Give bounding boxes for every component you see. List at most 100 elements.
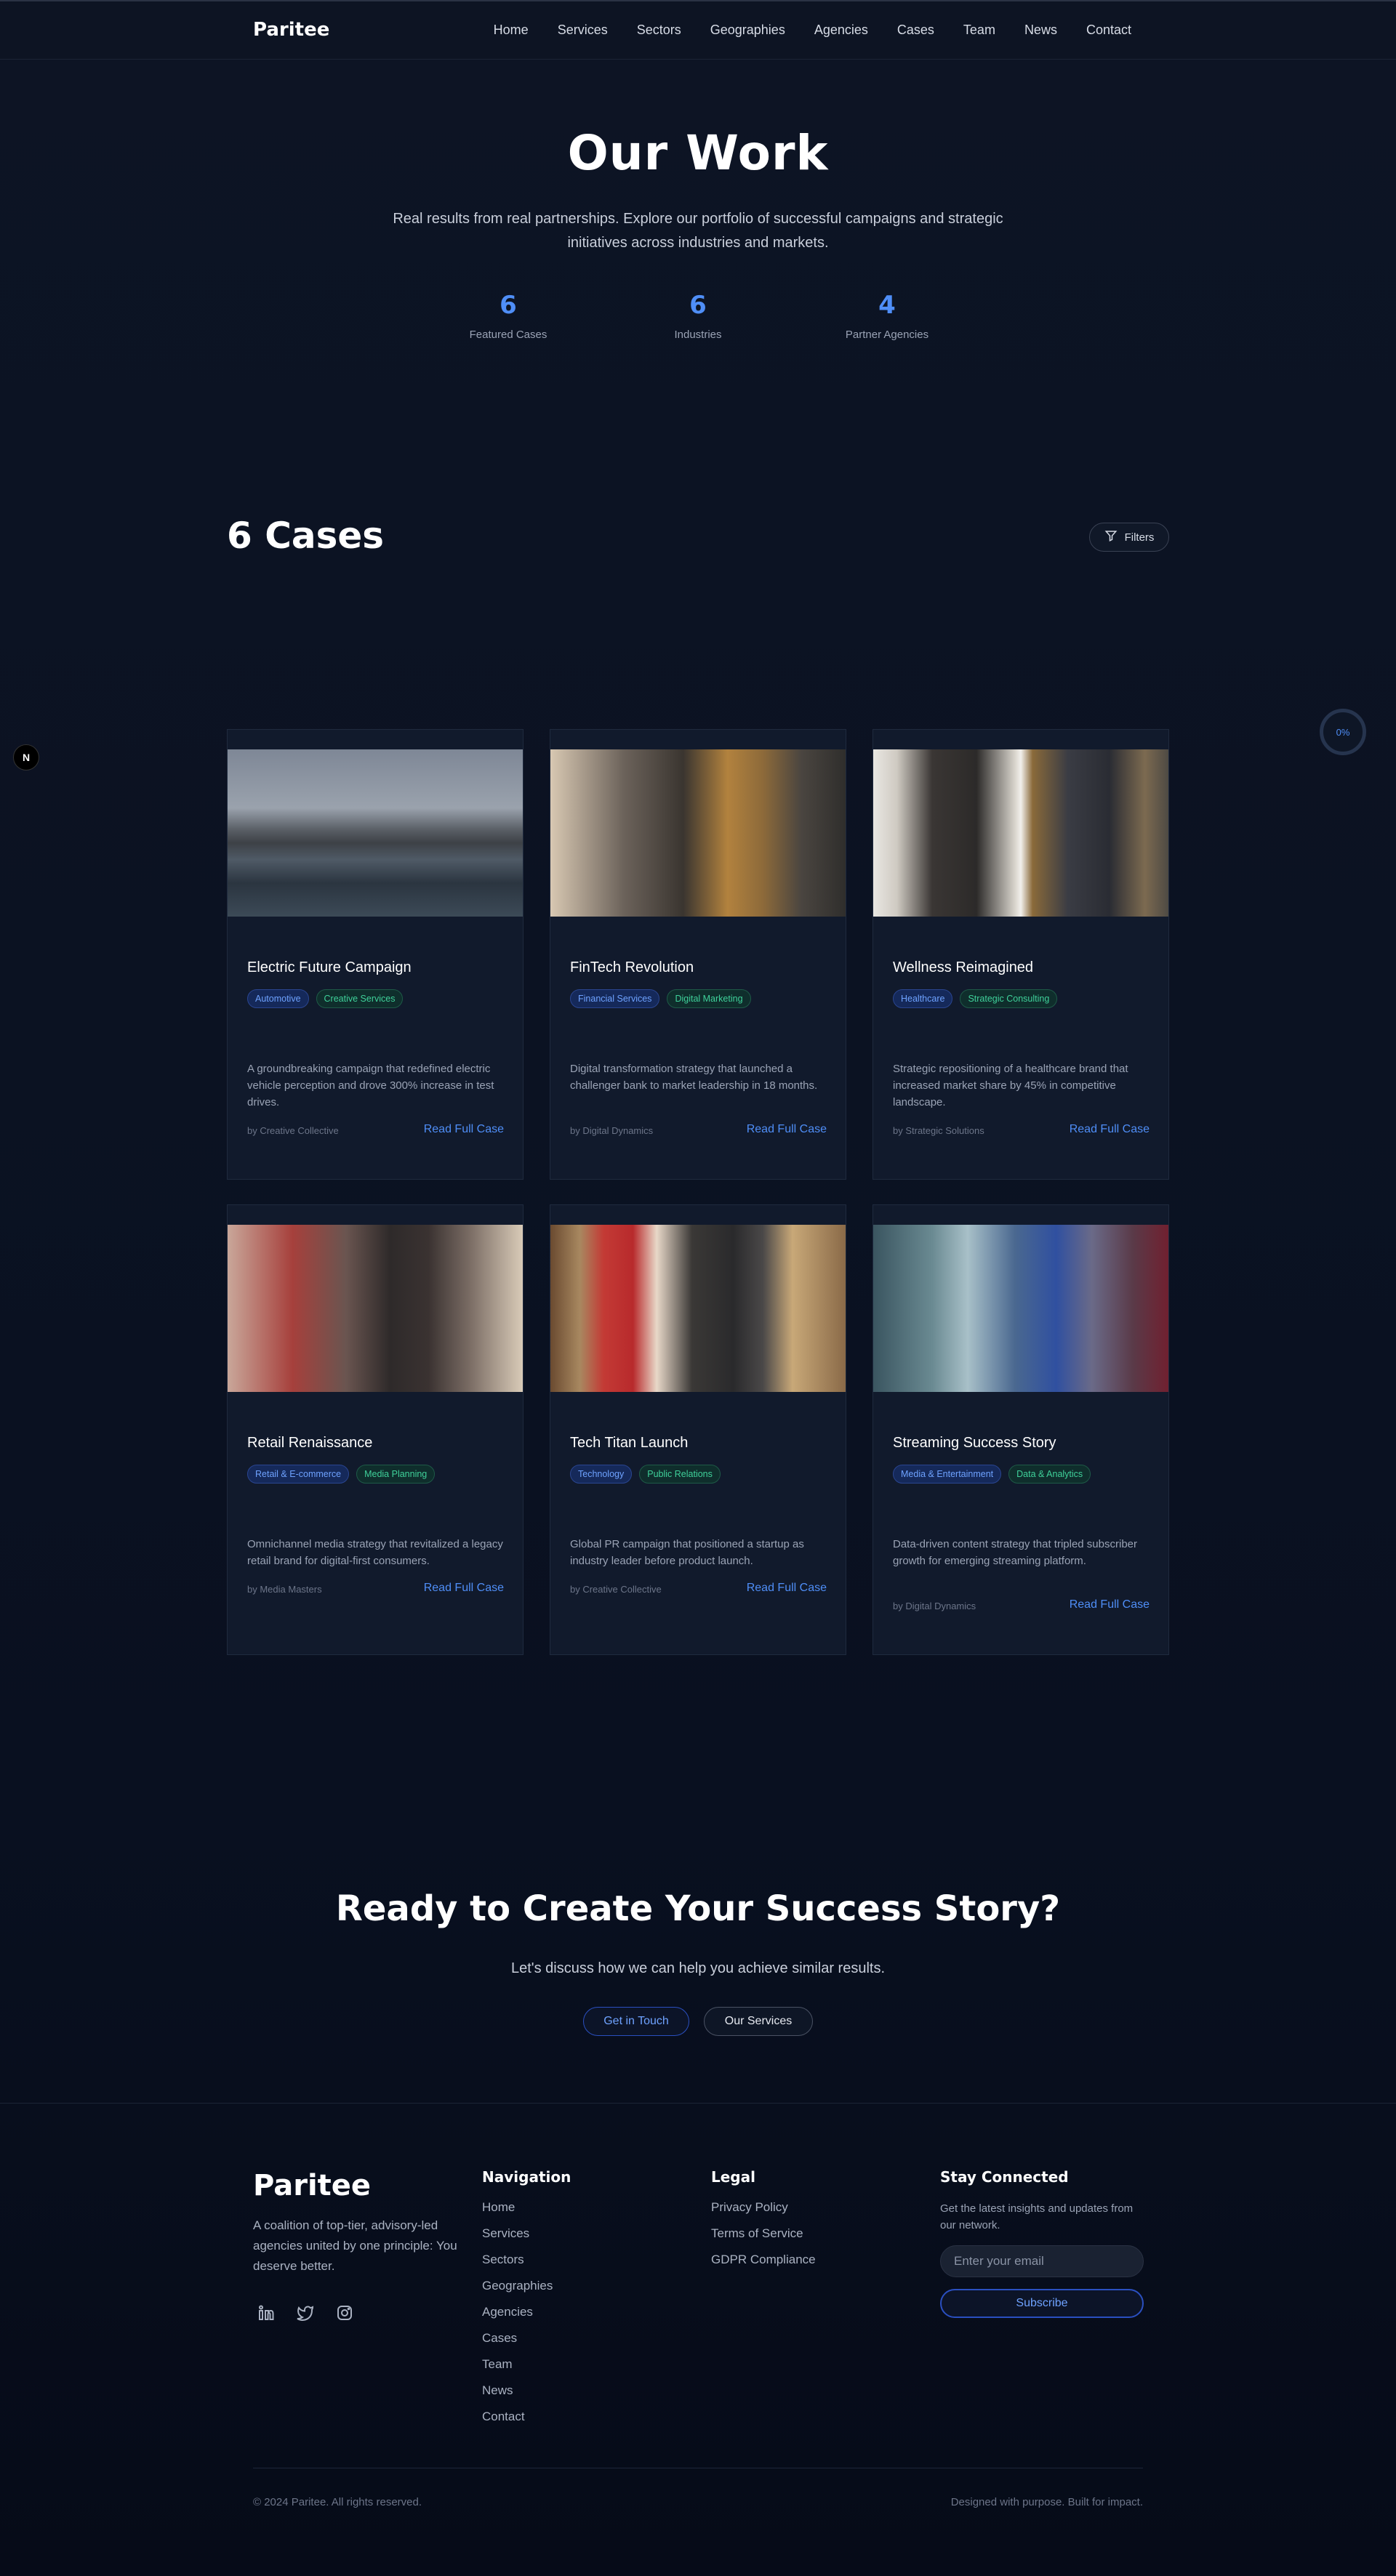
nav-link-news[interactable]: News	[1024, 23, 1057, 38]
case-description: Global PR campaign that positioned a sta…	[570, 1538, 804, 1567]
case-tag: Digital Marketing	[667, 989, 751, 1008]
case-card[interactable]: Streaming Success Story Media & Entertai…	[872, 1204, 1169, 1655]
case-tag: Public Relations	[639, 1465, 721, 1484]
case-description: A groundbreaking campaign that redefined…	[247, 1063, 494, 1108]
case-title: Electric Future Campaign	[247, 959, 412, 975]
read-full-case-link[interactable]: Read Full Case	[747, 1582, 827, 1595]
footer-newsletter: Stay Connected Get the latest insights a…	[940, 2168, 1151, 2318]
cta-title: Ready to Create Your Success Story?	[335, 1888, 1061, 1929]
copyright-text: © 2024 Paritee. All rights reserved.	[253, 2496, 422, 2508]
nav-link-home[interactable]: Home	[494, 23, 529, 38]
case-tags: Healthcare Strategic Consulting	[893, 989, 1058, 1008]
case-title: Tech Titan Launch	[570, 1435, 689, 1451]
instagram-icon[interactable]	[336, 2304, 353, 2322]
dev-tools-badge[interactable]: N	[13, 744, 39, 770]
case-agency: by Media Masters	[247, 1584, 322, 1595]
case-image-portraits	[873, 749, 1168, 917]
footer-link-contact[interactable]: Contact	[482, 2410, 571, 2436]
case-tags: Media & Entertainment Data & Analytics	[893, 1465, 1091, 1484]
case-image-portraits	[550, 1225, 846, 1392]
case-tag: Strategic Consulting	[960, 989, 1058, 1008]
linkedin-icon[interactable]	[257, 2304, 275, 2322]
case-agency: by Digital Dynamics	[893, 1601, 976, 1611]
page-title: Our Work	[567, 125, 829, 181]
footer-legal-heading: Legal	[711, 2168, 755, 2186]
nav-link-team[interactable]: Team	[963, 23, 995, 38]
case-tag: Creative Services	[316, 989, 404, 1008]
case-tag: Automotive	[247, 989, 309, 1008]
case-description: Omnichannel media strategy that revitali…	[247, 1538, 503, 1567]
case-agency: by Creative Collective	[570, 1584, 662, 1595]
stat-value: 4	[878, 291, 896, 320]
footer-nav-heading: Navigation	[482, 2168, 571, 2186]
read-full-case-link[interactable]: Read Full Case	[747, 1123, 827, 1136]
case-tags: Technology Public Relations	[570, 1465, 721, 1484]
case-tag: Retail & E-commerce	[247, 1465, 350, 1484]
nav-link-contact[interactable]: Contact	[1086, 23, 1131, 38]
case-image-blurred	[228, 1225, 523, 1392]
footer-link-agencies[interactable]: Agencies	[482, 2305, 571, 2331]
case-image-blurred	[550, 749, 846, 917]
twitter-icon[interactable]	[297, 2304, 314, 2322]
case-image-blurred	[873, 1225, 1168, 1392]
stat-partner-agencies: 4 Partner Agencies	[800, 291, 974, 341]
main-nav: Home Services Sectors Geographies Agenci…	[465, 23, 1131, 38]
case-tag: Technology	[570, 1465, 633, 1484]
subscribe-button[interactable]: Subscribe	[940, 2289, 1144, 2318]
footer-link-home[interactable]: Home	[482, 2200, 571, 2226]
read-full-case-link[interactable]: Read Full Case	[424, 1123, 504, 1136]
case-card[interactable]: Electric Future Campaign Automotive Crea…	[227, 729, 524, 1180]
case-card[interactable]: Wellness Reimagined Healthcare Strategic…	[872, 729, 1169, 1180]
case-agency: by Digital Dynamics	[570, 1125, 654, 1136]
read-full-case-link[interactable]: Read Full Case	[1070, 1123, 1150, 1136]
stat-value: 6	[500, 291, 517, 320]
footer-link-gdpr[interactable]: GDPR Compliance	[711, 2253, 816, 2279]
case-tag: Healthcare	[893, 989, 953, 1008]
case-agency: by Creative Collective	[247, 1125, 339, 1136]
nav-link-agencies[interactable]: Agencies	[814, 23, 868, 38]
nav-link-geographies[interactable]: Geographies	[710, 23, 785, 38]
footer-divider	[0, 2103, 1396, 2104]
stat-featured-cases: 6 Featured Cases	[421, 291, 595, 341]
site-logo[interactable]: Paritee	[253, 19, 329, 41]
our-services-button[interactable]: Our Services	[704, 2007, 813, 2036]
scroll-progress-indicator: 0%	[1320, 709, 1366, 755]
case-card[interactable]: Retail Renaissance Retail & E-commerce M…	[227, 1204, 524, 1655]
page-subtitle: Real results from real partnerships. Exp…	[393, 211, 1003, 251]
case-tags: Retail & E-commerce Media Planning	[247, 1465, 436, 1484]
case-tag: Financial Services	[570, 989, 660, 1008]
read-full-case-link[interactable]: Read Full Case	[1070, 1598, 1150, 1611]
footer-link-sectors[interactable]: Sectors	[482, 2253, 571, 2279]
nav-link-services[interactable]: Services	[558, 23, 608, 38]
nav-link-cases[interactable]: Cases	[897, 23, 934, 38]
designed-by-text: Designed with purpose. Built for impact.	[950, 2496, 1143, 2508]
nav-link-sectors[interactable]: Sectors	[637, 23, 681, 38]
case-card[interactable]: FinTech Revolution Financial Services Di…	[550, 729, 846, 1180]
filters-button[interactable]: Filters	[1089, 523, 1169, 552]
email-input[interactable]: Enter your email	[940, 2245, 1144, 2277]
footer-link-privacy[interactable]: Privacy Policy	[711, 2200, 816, 2226]
case-description: Data-driven content strategy that triple…	[893, 1538, 1137, 1567]
case-tag: Media Planning	[356, 1465, 436, 1484]
read-full-case-link[interactable]: Read Full Case	[424, 1582, 504, 1595]
progress-label: 0%	[1336, 726, 1350, 738]
footer-link-cases[interactable]: Cases	[482, 2331, 571, 2357]
footer-link-news[interactable]: News	[482, 2383, 571, 2410]
case-title: Streaming Success Story	[893, 1435, 1056, 1451]
footer-link-geographies[interactable]: Geographies	[482, 2279, 571, 2305]
case-agency: by Strategic Solutions	[893, 1125, 984, 1136]
get-in-touch-button[interactable]: Get in Touch	[583, 2007, 689, 2036]
newsletter-heading: Stay Connected	[940, 2168, 1069, 2186]
footer-link-terms[interactable]: Terms of Service	[711, 2226, 816, 2253]
footer-logo[interactable]: Paritee	[253, 2169, 371, 2202]
footer-navigation: Navigation Home Services Sectors Geograp…	[482, 2168, 571, 2436]
case-card[interactable]: Tech Titan Launch Technology Public Rela…	[550, 1204, 846, 1655]
footer-link-services[interactable]: Services	[482, 2226, 571, 2253]
stat-industries: 6 Industries	[611, 291, 785, 341]
case-description: Digital transformation strategy that lau…	[570, 1063, 818, 1092]
case-tag: Data & Analytics	[1008, 1465, 1091, 1484]
case-title: Wellness Reimagined	[893, 959, 1034, 975]
newsletter-text: Get the latest insights and updates from…	[940, 2202, 1134, 2231]
case-title: FinTech Revolution	[570, 959, 694, 975]
footer-link-team[interactable]: Team	[482, 2357, 571, 2383]
